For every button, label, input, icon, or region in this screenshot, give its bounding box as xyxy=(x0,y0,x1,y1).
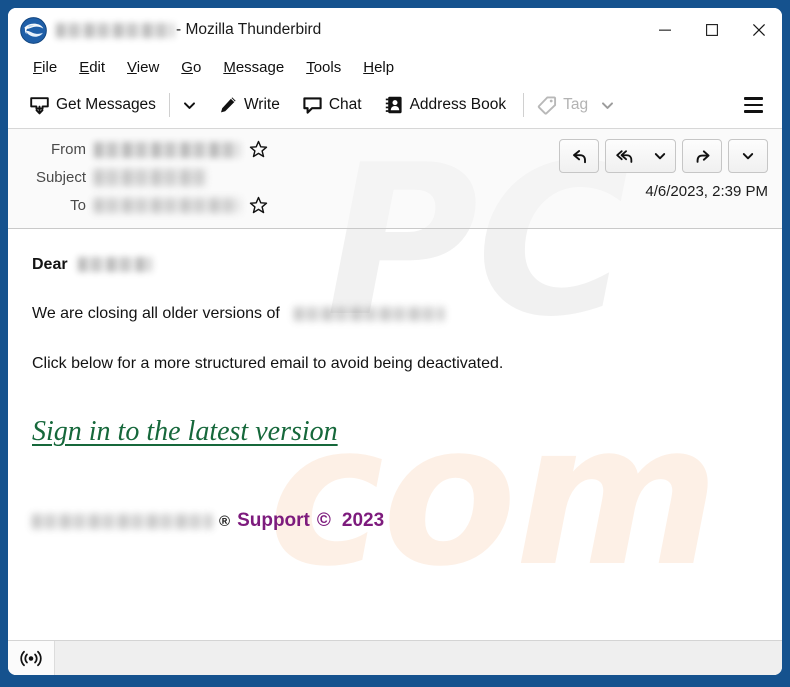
more-actions-dropdown-button[interactable] xyxy=(728,139,768,173)
footer-year: 2023 xyxy=(341,510,385,531)
reply-button[interactable] xyxy=(559,139,599,173)
thunderbird-window: PC com - Mozilla Thunderbird File Edit V… xyxy=(8,8,782,675)
chevron-down-icon xyxy=(742,153,754,160)
window-controls xyxy=(641,8,782,52)
status-bar xyxy=(8,640,782,675)
tag-button[interactable]: Tag xyxy=(530,90,622,120)
from-value xyxy=(94,140,268,159)
toolbar-separator-1 xyxy=(168,93,170,117)
menu-item-view[interactable]: View xyxy=(116,57,170,78)
get-messages-icon xyxy=(29,95,50,116)
from-row: From xyxy=(8,139,559,160)
reply-toolbar xyxy=(559,139,768,173)
window-title-redacted xyxy=(56,22,174,38)
close-button[interactable] xyxy=(735,8,782,52)
subject-text-redacted xyxy=(94,169,206,186)
hamburger-menu-icon xyxy=(744,97,763,100)
footer-registered-mark: ® xyxy=(219,512,231,530)
desktop-background: PC com - Mozilla Thunderbird File Edit V… xyxy=(0,0,790,687)
message-header-actions: 4/6/2023, 2:39 PM xyxy=(559,139,782,216)
to-star-button[interactable] xyxy=(249,196,268,215)
menu-bar: File Edit View Go Message Tools Help xyxy=(8,52,782,82)
footer-domain-redacted xyxy=(32,513,212,529)
to-label: To xyxy=(70,197,86,214)
menu-item-go[interactable]: Go xyxy=(170,57,212,78)
to-row: To xyxy=(8,195,559,216)
tag-icon xyxy=(537,95,557,115)
to-value xyxy=(94,196,268,215)
chat-bubble-icon xyxy=(302,95,323,116)
star-outline-icon xyxy=(249,140,268,158)
maximize-button[interactable] xyxy=(688,8,735,52)
message-body: Dear We are closing all older versions o… xyxy=(8,229,782,640)
app-menu-button[interactable] xyxy=(735,89,772,121)
greeting-line: Dear xyxy=(32,255,758,275)
star-outline-icon xyxy=(249,196,268,214)
reply-all-icon xyxy=(616,149,633,163)
subject-value xyxy=(94,169,206,186)
maximize-icon xyxy=(705,24,718,36)
from-address-redacted[interactable] xyxy=(94,141,240,158)
write-label: Write xyxy=(243,96,280,113)
from-star-button[interactable] xyxy=(249,140,268,159)
hamburger-menu-icon xyxy=(744,103,763,107)
pencil-icon xyxy=(218,95,238,115)
menu-item-help[interactable]: Help xyxy=(352,57,405,78)
message-header-fields: From Subject To xyxy=(8,139,559,216)
forward-arrow-icon xyxy=(696,149,710,163)
message-date: 4/6/2023, 2:39 PM xyxy=(645,183,768,200)
window-title-suffix: - Mozilla Thunderbird xyxy=(176,21,322,38)
address-book-label: Address Book xyxy=(409,96,507,113)
broadcast-signal-icon xyxy=(20,650,42,666)
menu-item-tools[interactable]: Tools xyxy=(295,57,352,78)
footer-copyright-mark: © xyxy=(316,510,331,531)
body-line-1: We are closing all older versions of xyxy=(32,304,758,324)
from-label: From xyxy=(51,141,86,158)
tag-label: Tag xyxy=(563,96,589,113)
thunderbird-logo-icon xyxy=(20,16,47,44)
tag-chevron-down-icon xyxy=(600,98,615,113)
minimize-button[interactable] xyxy=(641,8,688,52)
footer-support-label: Support xyxy=(237,510,310,531)
chat-label: Chat xyxy=(328,96,362,113)
write-button[interactable]: Write xyxy=(211,90,287,120)
address-book-icon xyxy=(384,95,404,115)
window-title: - Mozilla Thunderbird xyxy=(56,21,321,39)
get-messages-label: Get Messages xyxy=(56,96,156,113)
subject-row: Subject xyxy=(8,167,559,188)
hamburger-menu-icon xyxy=(744,110,763,113)
menu-item-edit[interactable]: Edit xyxy=(68,57,116,78)
greeting-name-redacted xyxy=(78,257,153,273)
reply-all-button[interactable] xyxy=(606,140,644,172)
body-line-1-text: We are closing all older versions of xyxy=(32,305,280,322)
chevron-down-icon xyxy=(183,101,195,109)
email-footer: ® Support © 2023 xyxy=(32,510,758,532)
forward-button[interactable] xyxy=(682,139,722,173)
body-domain-redacted xyxy=(294,306,445,321)
message-header: From Subject To 4/6/2023, 2:39 PM xyxy=(8,129,782,229)
chevron-down-icon xyxy=(654,153,666,160)
phishing-signin-link[interactable]: Sign in to the latest version xyxy=(32,416,338,448)
menu-item-message[interactable]: Message xyxy=(212,57,295,78)
reply-icon xyxy=(572,149,586,163)
chat-button[interactable]: Chat xyxy=(295,90,369,121)
get-messages-button[interactable]: Get Messages xyxy=(22,90,163,121)
minimize-icon xyxy=(658,29,671,31)
reply-all-dropdown-button[interactable] xyxy=(645,140,675,172)
to-address-redacted[interactable] xyxy=(94,198,240,213)
connection-status-cell[interactable] xyxy=(8,641,55,675)
close-icon xyxy=(752,23,765,37)
main-toolbar: Get Messages Write Chat Address Book Tag xyxy=(8,82,782,129)
body-line-2: Click below for a more structured email … xyxy=(32,355,504,372)
reply-all-button-group xyxy=(605,139,676,173)
menu-item-file[interactable]: File xyxy=(22,57,68,78)
address-book-button[interactable]: Address Book xyxy=(377,90,514,120)
greeting-prefix: Dear xyxy=(32,256,68,273)
get-messages-dropdown-button[interactable] xyxy=(176,92,203,119)
toolbar-separator-2 xyxy=(523,93,525,117)
title-bar: - Mozilla Thunderbird xyxy=(8,8,782,52)
subject-label: Subject xyxy=(35,169,86,186)
